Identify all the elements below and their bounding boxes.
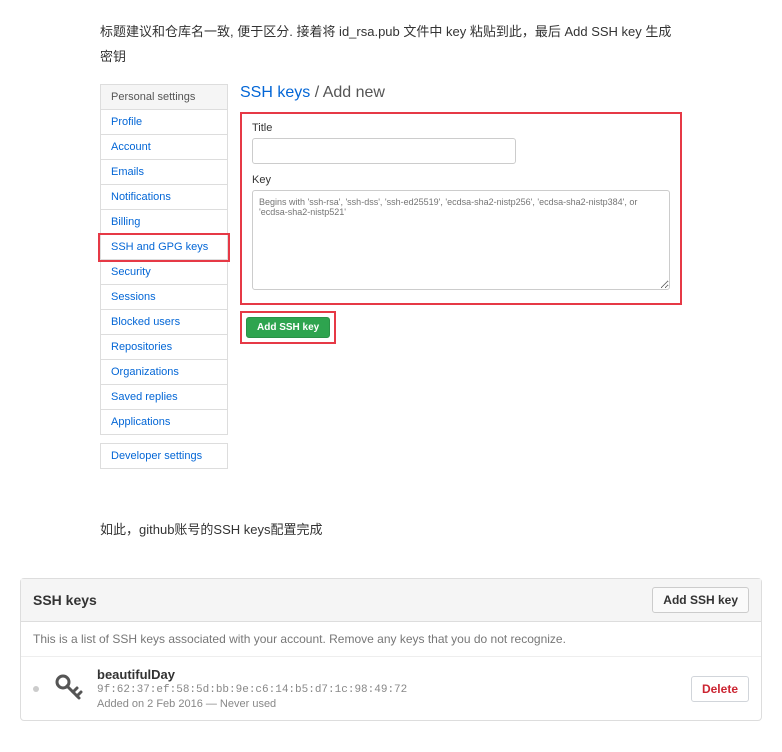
sidebar-header: Personal settings [100, 84, 228, 110]
sidebar-item-organizations[interactable]: Organizations [100, 360, 228, 385]
sidebar-item-account[interactable]: Account [100, 135, 228, 160]
ssh-keys-panel: SSH keys Add SSH key This is a list of S… [20, 578, 762, 721]
key-meta: Added on 2 Feb 2016 — Never used [97, 698, 677, 710]
sidebar-item-applications[interactable]: Applications [100, 410, 228, 435]
sidebar-item-saved-replies[interactable]: Saved replies [100, 385, 228, 410]
intro-text: 标题建议和仓库名一致, 便于区分. 接着将 id_rsa.pub 文件中 key… [100, 20, 682, 69]
breadcrumb: SSH keys / Add new [240, 84, 682, 102]
title-label: Title [252, 122, 670, 134]
ssh-key-row: beautifulDay 9f:62:37:ef:58:5d:bb:9e:c6:… [21, 657, 761, 720]
sidebar-item-developer[interactable]: Developer settings [100, 443, 228, 469]
sidebar-item-notifications[interactable]: Notifications [100, 185, 228, 210]
key-label: Key [252, 174, 670, 186]
mid-text: 如此，github账号的SSH keys配置完成 [100, 519, 682, 538]
panel-description: This is a list of SSH keys associated wi… [21, 622, 761, 657]
add-key-highlight: Add SSH key [240, 311, 336, 344]
settings-screenshot: Personal settings Profile Account Emails… [100, 84, 682, 469]
ssh-form: Title Key [240, 112, 682, 305]
sidebar-item-profile[interactable]: Profile [100, 110, 228, 135]
panel-title: SSH keys [33, 592, 97, 608]
key-name: beautifulDay [97, 667, 677, 682]
sidebar-item-repositories[interactable]: Repositories [100, 335, 228, 360]
main-area: SSH keys / Add new Title Key Add SSH key [240, 84, 682, 469]
sidebar-item-emails[interactable]: Emails [100, 160, 228, 185]
sidebar-item-billing[interactable]: Billing [100, 210, 228, 235]
panel-header: SSH keys Add SSH key [21, 579, 761, 622]
key-fingerprint: 9f:62:37:ef:58:5d:bb:9e:c6:14:b5:d7:1c:9… [97, 684, 677, 696]
sidebar-item-ssh-gpg[interactable]: SSH and GPG keys [100, 235, 228, 260]
breadcrumb-link[interactable]: SSH keys [240, 84, 310, 101]
title-input[interactable] [252, 138, 516, 164]
add-ssh-key-button[interactable]: Add SSH key [246, 317, 330, 338]
sidebar: Personal settings Profile Account Emails… [100, 84, 228, 469]
breadcrumb-sep: / [310, 84, 322, 101]
sidebar-item-sessions[interactable]: Sessions [100, 285, 228, 310]
key-icon [53, 672, 83, 705]
key-textarea[interactable] [252, 190, 670, 290]
delete-button[interactable]: Delete [691, 676, 749, 702]
sidebar-item-security[interactable]: Security [100, 260, 228, 285]
add-ssh-key-panel-button[interactable]: Add SSH key [652, 587, 749, 613]
status-dot [33, 686, 39, 692]
breadcrumb-current: Add new [323, 84, 385, 101]
key-info: beautifulDay 9f:62:37:ef:58:5d:bb:9e:c6:… [97, 667, 677, 710]
sidebar-item-blocked[interactable]: Blocked users [100, 310, 228, 335]
